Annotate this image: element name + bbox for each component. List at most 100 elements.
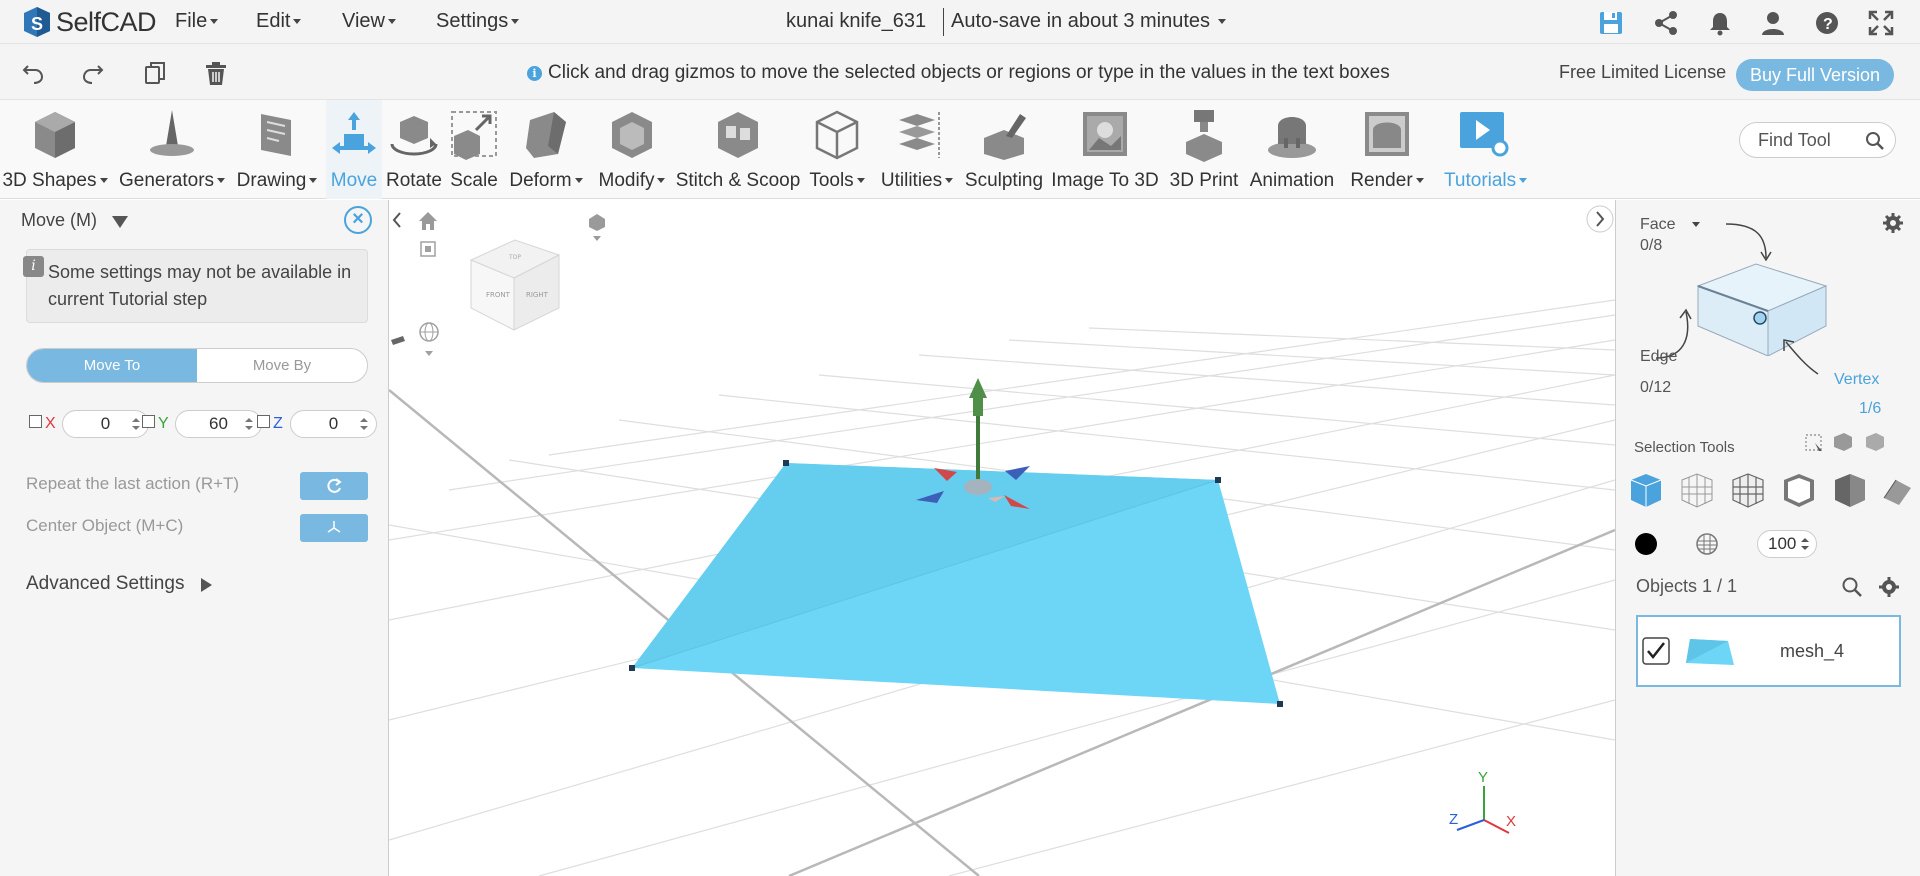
repeat-action-button[interactable] — [300, 472, 368, 500]
tool-stitch-and-scoop[interactable]: Stitch & Scoop — [675, 100, 801, 199]
panel-collapse-icon[interactable] — [112, 216, 128, 228]
face-count: 0/8 — [1640, 237, 1663, 254]
collapse-left-panel-icon[interactable] — [392, 212, 401, 228]
search-icon[interactable] — [1865, 131, 1885, 151]
tool-3d-print[interactable]: 3D Print — [1166, 100, 1242, 199]
find-tool-search[interactable] — [1739, 122, 1896, 158]
close-panel-button[interactable]: × — [344, 206, 372, 234]
tool-tools[interactable]: Tools — [805, 100, 869, 199]
menu-file[interactable]: File — [175, 10, 219, 33]
gear-icon[interactable] — [1878, 576, 1900, 598]
orbit-globe-icon[interactable] — [419, 322, 439, 356]
stepper-icon[interactable] — [1801, 537, 1809, 551]
tool-drawing[interactable]: Drawing — [234, 100, 320, 199]
delete-trash-icon[interactable] — [203, 60, 229, 86]
tool-label-text: Move — [330, 170, 378, 191]
tool-move[interactable]: Move — [326, 100, 382, 199]
tools-icon — [815, 110, 859, 160]
edge-label[interactable]: Edge — [1640, 348, 1677, 366]
undo-icon[interactable] — [20, 60, 46, 86]
tool-sculpting[interactable]: Sculpting — [962, 100, 1046, 199]
tool-tutorials[interactable]: Tutorials — [1444, 100, 1528, 199]
chevron-down-icon — [388, 19, 396, 25]
tool-utilities[interactable]: Utilities — [875, 100, 959, 199]
axis-z-checkbox[interactable] — [257, 415, 270, 428]
object-list-item[interactable]: mesh_4 — [1636, 615, 1901, 687]
move-to-tab[interactable]: Move To — [27, 349, 197, 382]
tool-label-text: Drawing — [236, 170, 307, 191]
menu-edit[interactable]: Edit — [256, 10, 302, 33]
copy-icon[interactable] — [142, 60, 168, 86]
tool-label: Render — [1342, 170, 1432, 192]
save-icon[interactable] — [1598, 10, 1624, 36]
chevron-down-icon — [1415, 178, 1424, 184]
vertex-count: 1/6 — [1859, 400, 1882, 417]
selfcad-logo[interactable]: S SelfCAD — [20, 4, 157, 40]
tool-animation[interactable]: Animation — [1246, 100, 1338, 199]
home-view-icon[interactable] — [419, 212, 437, 230]
center-object-button[interactable] — [300, 514, 368, 542]
autosave-status[interactable]: Auto-save in about 3 minutes — [951, 10, 1227, 33]
tool-render[interactable]: Render — [1342, 100, 1432, 199]
tool-3d-shapes[interactable]: 3D Shapes — [0, 100, 110, 199]
view-cube[interactable]: FRONT RIGHT TOP — [469, 239, 561, 331]
axis-z-label: Z — [273, 415, 283, 432]
gear-icon[interactable] — [1882, 212, 1904, 239]
view-cube-front-label: FRONT — [486, 291, 511, 299]
axis-x-label: X — [45, 415, 56, 432]
selection-extra-tools[interactable] — [1804, 431, 1889, 455]
menu-view[interactable]: View — [342, 10, 396, 33]
3d-viewport[interactable]: FRONT RIGHT TOP Y X Z — [389, 200, 1615, 876]
share-icon[interactable] — [1653, 10, 1679, 36]
mesh-plane[interactable] — [629, 460, 1283, 707]
texture-pattern-icon[interactable] — [1695, 532, 1721, 558]
tool-image-to-3d[interactable]: Image To 3D — [1050, 100, 1160, 199]
help-icon[interactable]: ? — [1814, 10, 1840, 36]
tool-modify[interactable]: Modify — [592, 100, 672, 199]
axis-x-gizmo-label: X — [1506, 813, 1516, 830]
axis-x-input[interactable]: 0 — [62, 410, 149, 438]
color-swatch-icon[interactable] — [1634, 530, 1664, 560]
vertex-label[interactable]: Vertex — [1834, 371, 1879, 389]
axis-x-checkbox[interactable] — [29, 415, 42, 428]
expand-arrow-icon[interactable] — [201, 578, 212, 592]
tool-ribbon: 3D Shapes Generators Drawing Move Rotate Scal… — [0, 100, 1920, 199]
refresh-icon — [327, 478, 342, 493]
advanced-settings-toggle[interactable]: Advanced Settings — [26, 573, 184, 595]
stepper-icon[interactable] — [132, 417, 140, 431]
project-title[interactable]: kunai knife_631 — [786, 10, 926, 33]
search-icon[interactable] — [1841, 576, 1863, 598]
tool-label: Scale — [448, 170, 500, 192]
find-tool-input[interactable] — [1758, 130, 1858, 151]
tool-label: Image To 3D — [1050, 170, 1160, 192]
selection-mode-icons[interactable] — [1626, 470, 1916, 512]
move-by-tab[interactable]: Move By — [197, 349, 367, 382]
tool-scale[interactable]: Scale — [448, 100, 500, 199]
expand-right-panel-icon[interactable] — [1586, 205, 1614, 233]
chevron-down-icon — [293, 19, 302, 25]
axis-z-input[interactable]: 0 — [290, 410, 377, 438]
stepper-icon[interactable] — [245, 417, 253, 431]
ruler-tool-icon[interactable] — [391, 336, 405, 345]
menu-settings[interactable]: Settings — [436, 10, 520, 33]
tool-generators[interactable]: Generators — [114, 100, 230, 199]
opacity-input[interactable]: 100 — [1757, 530, 1817, 558]
fullscreen-icon[interactable] — [1868, 10, 1894, 36]
tool-label-text: Modify — [598, 170, 655, 191]
tool-label: Generators — [114, 170, 230, 192]
redo-icon[interactable] — [80, 60, 106, 86]
axis-y-checkbox[interactable] — [142, 415, 155, 428]
buy-full-version-button[interactable]: Buy Full Version — [1736, 59, 1894, 91]
view-mode-icon[interactable] — [589, 214, 605, 241]
object-visible-checkbox[interactable] — [1642, 637, 1670, 665]
notification-bell-icon[interactable] — [1707, 10, 1733, 36]
objects-count: Objects 1 / 1 — [1636, 576, 1738, 596]
axis-y-input[interactable]: 60 — [175, 410, 262, 438]
user-account-icon[interactable] — [1760, 10, 1786, 36]
camera-projection-icon[interactable] — [420, 241, 436, 257]
tool-label: Rotate — [383, 170, 445, 192]
stepper-icon[interactable] — [360, 417, 368, 431]
tool-rotate[interactable]: Rotate — [383, 100, 445, 199]
tool-deform[interactable]: Deform — [506, 100, 586, 199]
chevron-down-icon — [856, 178, 865, 184]
